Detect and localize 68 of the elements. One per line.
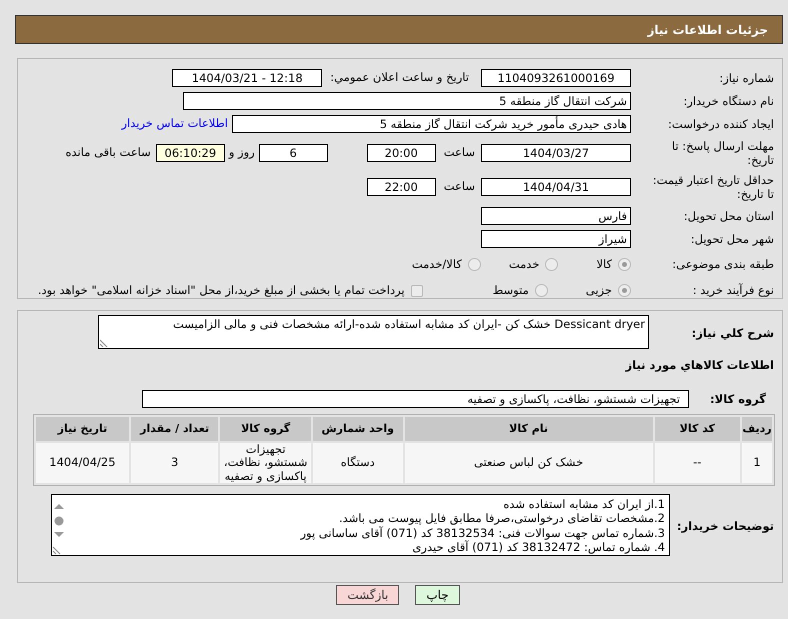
description-field[interactable]: Dessicant dryer خشک کن -ایران کد مشابه استفاده شده-ارائه مشخصات فنی و مالی الزامیست [98, 315, 649, 349]
table-cell: 1404/04/25 [36, 443, 129, 483]
option-label: متوسط [492, 282, 529, 299]
print-button[interactable]: چاپ [415, 585, 460, 605]
deadline-time-field[interactable]: 20:00 [366, 144, 436, 162]
radio-button[interactable] [618, 258, 631, 271]
column-header: کد کالا [654, 417, 740, 442]
field-label: شهر محل تحویل: [690, 232, 774, 246]
column-header: گروه کالا [220, 417, 311, 442]
notes-line: 1.از ایران کد مشابه استفاده شده [503, 496, 665, 512]
page-title: جزئیات اطلاعات نیاز [647, 22, 768, 38]
option-label: کالا/خدمت [412, 256, 462, 273]
resize-grip-icon[interactable] [100, 339, 108, 347]
back-button[interactable]: بازگشت [336, 585, 400, 605]
table-cell: 1 [742, 443, 772, 483]
notes-line: 3.شماره تماس جهت سوالات فنی: 38132534 کد (071) آقای ساسانی پور [300, 526, 665, 540]
field-label: تاریخ و ساعت اعلان عمومي: [330, 69, 469, 86]
buyer-org-field[interactable]: شرکت انتقال گاز منطقه 5 [183, 92, 631, 110]
days-field[interactable]: 6 [258, 144, 328, 162]
field-label: استان محل تحویل: [682, 208, 774, 224]
notes-line: 2.مشخصات تقاضای درخواستی،صرفا مطابق فایل پیوست می باشد. [338, 511, 665, 526]
table-cell: تجهیزات شستشو، نظافت، پاکسازی و تصفیه [220, 443, 311, 483]
field-label: نام دستگاه خریدار: [682, 94, 774, 108]
section-heading: اطلاعات کالاهاي مورد نياز [626, 357, 774, 374]
table-cell: دستگاه [312, 443, 403, 483]
validity-date-field[interactable]: 1404/04/31 [481, 178, 631, 196]
field-label: شرح کلي نياز: [690, 325, 774, 342]
requester-field[interactable]: هادی حیدری مأمور خرید شرکت انتقال گاز منطقه 5 [232, 115, 631, 133]
field-label: گروه کالا: [709, 390, 767, 408]
column-header: واحد شمارش [312, 417, 403, 442]
radio-button[interactable] [545, 258, 558, 271]
field-label: طبقه بندی موضوعی: [671, 257, 774, 272]
radio-button[interactable] [618, 284, 631, 297]
announce-date-field[interactable]: 1404/03/21 - 12:18 [172, 69, 322, 87]
field-label: پرداخت تمام یا بخشی از مبلغ خرید،از محل "اسناد خزانه اسلامی" خواهد بود. [38, 282, 405, 299]
deadline-date-field[interactable]: 1404/03/27 [481, 144, 631, 162]
field-label: شماره نیاز: [718, 70, 774, 86]
option-label: جزیی [586, 282, 612, 299]
table-cell: 3 [130, 443, 218, 483]
field-label: حداقل تاریخ اعتبار قیمت: تا تاریخ: [652, 172, 774, 202]
field-label: مهلت ارسال پاسخ: تا تاریخ: [670, 138, 774, 168]
field-label: توضیحات خریدار: [676, 518, 774, 535]
table-cell: خشک کن لباس صنعتی [404, 443, 653, 483]
city-field[interactable]: شیراز [481, 230, 631, 248]
need-number-field[interactable]: 1104093261000169 [481, 69, 631, 87]
field-label: ساعت [444, 178, 475, 196]
field-label: ایجاد کننده درخواست: [667, 116, 774, 132]
column-header: نام کالا [404, 417, 653, 442]
column-header: تعداد / مقدار [130, 417, 218, 442]
option-label: خدمت [508, 256, 540, 273]
column-header: ردیف [742, 417, 772, 442]
field-label: روز و [228, 144, 255, 162]
validity-time-field[interactable]: 22:00 [366, 178, 436, 196]
table-cell: -- [654, 443, 740, 483]
column-header: تاریخ نیاز [36, 417, 129, 442]
field-label: ساعت باقی مانده [66, 144, 151, 162]
notes-line: 4. شماره تماس: 38132472 کد (071) آقای حیدری [412, 540, 665, 555]
goods-group-field[interactable]: تجهیزات شستشو، نظافت، پاکسازی و تصفیه [142, 390, 689, 408]
remaining-time-field[interactable]: 06:10:29 [156, 144, 225, 162]
buyer-notes-field[interactable]: 1.از ایران کد مشابه استفاده شده 2.مشخصات تقاضای درخواستی،صرفا مطابق فایل پیوست می باشد. 3.شماره تماس جهت سوالات فنی: 38132534 کد (071) آقای ساسانی پور 4. شماره تماس: 38132472 کد (071) آقای حیدری [51, 494, 670, 556]
radio-button[interactable] [468, 258, 481, 271]
checkbox[interactable] [410, 284, 423, 296]
option-label: کالا [596, 256, 612, 273]
radio-button[interactable] [534, 284, 548, 297]
buyer-contact-link[interactable]: اطلاعات تماس خریدار [121, 115, 228, 133]
field-label: نوع فرآیند خرید : [692, 283, 774, 298]
province-field[interactable]: فارس [481, 207, 631, 225]
field-label: ساعت [444, 144, 475, 162]
